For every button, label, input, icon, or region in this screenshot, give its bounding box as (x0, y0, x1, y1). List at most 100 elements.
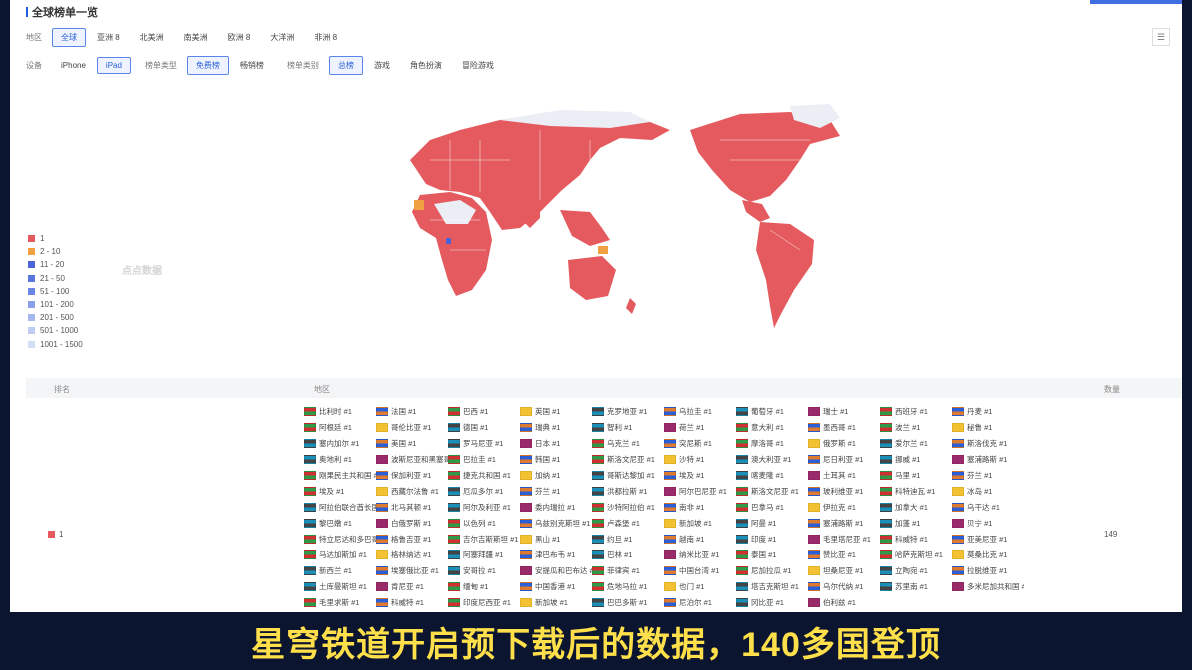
country-label: 拉脱维亚 #1 (967, 566, 1008, 576)
flag-icon (376, 423, 388, 433)
map-nz (626, 298, 636, 314)
country-label: 亚美尼亚 #1 (967, 534, 1008, 544)
flag-icon (304, 439, 316, 449)
country-item: 土库曼斯坦 #1 (304, 579, 376, 595)
legend-label: 51 - 100 (40, 286, 70, 296)
country-label: 波斯尼亚和黑塞哥维那 #1 (391, 455, 448, 465)
legend-label: 501 - 1000 (40, 326, 79, 336)
region-option[interactable]: 亚洲 8 (88, 28, 129, 47)
country-label: 苏里南 #1 (895, 582, 928, 592)
chart-filter-row: 设备 iPhone iPad 榜单类型 免费榜 畅销榜 榜单类别 总榜 游戏 角… (26, 56, 503, 75)
legend-swatch (28, 287, 35, 295)
country-label: 缅甸 #1 (463, 582, 489, 592)
category-option[interactable]: 总榜 (328, 56, 363, 75)
legend-item[interactable]: 2 - 10 (28, 245, 83, 258)
flag-icon (448, 439, 460, 449)
country-item: 丹麦 #1 (952, 404, 1024, 420)
legend-item[interactable]: 1 (28, 232, 83, 245)
country-label: 阿尔及利亚 #1 (463, 502, 511, 512)
legend-swatch (28, 248, 35, 256)
country-label: 西藏尔法鲁 #1 (391, 486, 439, 496)
region-option[interactable]: 北美洲 (131, 28, 173, 47)
country-item: 北马其顿 #1 (376, 499, 448, 515)
country-item: 马里 #1 (880, 468, 952, 484)
device-option[interactable]: iPad (96, 57, 131, 74)
country-label: 哥斯达黎加 #1 (607, 471, 655, 480)
flag-icon (808, 566, 820, 576)
country-label: 新加坡 #1 (679, 518, 712, 528)
legend-item[interactable]: 1001 - 1500 (28, 338, 83, 351)
flag-icon (664, 471, 676, 480)
region-column-header: 地区 (314, 385, 330, 394)
device-option[interactable]: iPhone (52, 57, 95, 74)
country-item: 格林纳达 #1 (376, 547, 448, 563)
country-item: 科威特 #1 (376, 595, 448, 611)
category-option[interactable]: 冒险游戏 (453, 56, 503, 75)
country-label: 阿根廷 #1 (319, 423, 352, 433)
country-item: 新加坡 #1 (664, 515, 736, 531)
country-label: 加拿大 #1 (895, 502, 928, 512)
chart-type-option[interactable]: 畅销榜 (231, 56, 273, 75)
category-option[interactable]: 角色扮演 (401, 56, 451, 75)
category-option[interactable]: 游戏 (365, 56, 399, 75)
region-option[interactable]: 南美洲 (175, 28, 217, 47)
country-item: 坦桑尼亚 #1 (808, 563, 880, 579)
country-label: 阿曼 #1 (751, 518, 777, 528)
map-orange-asia (598, 246, 608, 254)
flag-icon (376, 439, 388, 449)
country-item: 乌克兰 #1 (592, 436, 664, 452)
map-se-asia (560, 210, 610, 246)
rank-column-header: 排名 (54, 385, 70, 394)
flag-icon (880, 566, 892, 576)
flag-icon (376, 534, 388, 544)
flag-icon (376, 471, 388, 480)
country-label: 沙特 #1 (679, 455, 705, 465)
flag-icon (952, 423, 964, 433)
top-accent-bar (1090, 0, 1182, 4)
map-africa-blue (446, 238, 451, 244)
flag-icon (952, 471, 964, 480)
region-option[interactable]: 大洋洲 (261, 28, 303, 47)
legend-item[interactable]: 201 - 500 (28, 311, 83, 324)
flag-icon (808, 582, 820, 592)
country-label: 莫桑比克 #1 (967, 550, 1008, 560)
country-label: 爱尔兰 #1 (895, 439, 928, 449)
region-filter-row: 地区 全球 亚洲 8 北美洲 南美洲 欧洲 8 大洋洲 非洲 8 (26, 28, 346, 47)
country-item: 巴拉圭 #1 (448, 452, 520, 468)
flag-icon (304, 486, 316, 496)
country-label: 埃及 #1 (319, 486, 345, 496)
flag-icon (952, 502, 964, 512)
flag-icon (376, 518, 388, 528)
country-item: 西藏尔法鲁 #1 (376, 483, 448, 499)
legend-item[interactable]: 101 - 200 (28, 298, 83, 311)
country-item: 南非 #1 (664, 499, 736, 515)
country-label: 毛里塔尼亚 #1 (823, 534, 871, 544)
app-frame: 全球榜单一览 地区 全球 亚洲 8 北美洲 南美洲 欧洲 8 大洋洲 非洲 8 … (10, 0, 1182, 612)
flag-icon (448, 550, 460, 560)
country-label: 阿尔巴尼亚 #1 (679, 486, 727, 496)
country-item: 菲律宾 #1 (592, 563, 664, 579)
legend-item[interactable]: 501 - 1000 (28, 324, 83, 337)
legend-item[interactable]: 21 - 50 (28, 272, 83, 285)
country-label: 白俄罗斯 #1 (391, 518, 432, 528)
chart-type-option[interactable]: 免费榜 (186, 56, 229, 75)
country-label: 西班牙 #1 (895, 407, 928, 417)
country-item: 纳米比亚 #1 (664, 547, 736, 563)
flag-icon (736, 455, 748, 465)
flag-icon (376, 598, 388, 608)
flag-icon (304, 407, 316, 417)
legend-item[interactable]: 51 - 100 (28, 285, 83, 298)
country-item: 法国 #1 (376, 404, 448, 420)
region-option[interactable]: 非洲 8 (305, 28, 346, 47)
country-item: 克罗地亚 #1 (592, 404, 664, 420)
region-option[interactable]: 欧洲 8 (219, 28, 260, 47)
country-item: 肯尼亚 #1 (376, 579, 448, 595)
country-label: 安提瓜和巴布达 #1 (535, 566, 592, 576)
map-africa-orange (414, 200, 424, 210)
menu-icon[interactable]: ☰ (1152, 28, 1170, 46)
country-label: 毛里求斯 #1 (319, 598, 360, 608)
region-option[interactable]: 全球 (52, 28, 86, 47)
country-label: 贝宁 #1 (967, 518, 993, 528)
legend-item[interactable]: 11 - 20 (28, 258, 83, 271)
country-item: 巴西 #1 (448, 404, 520, 420)
